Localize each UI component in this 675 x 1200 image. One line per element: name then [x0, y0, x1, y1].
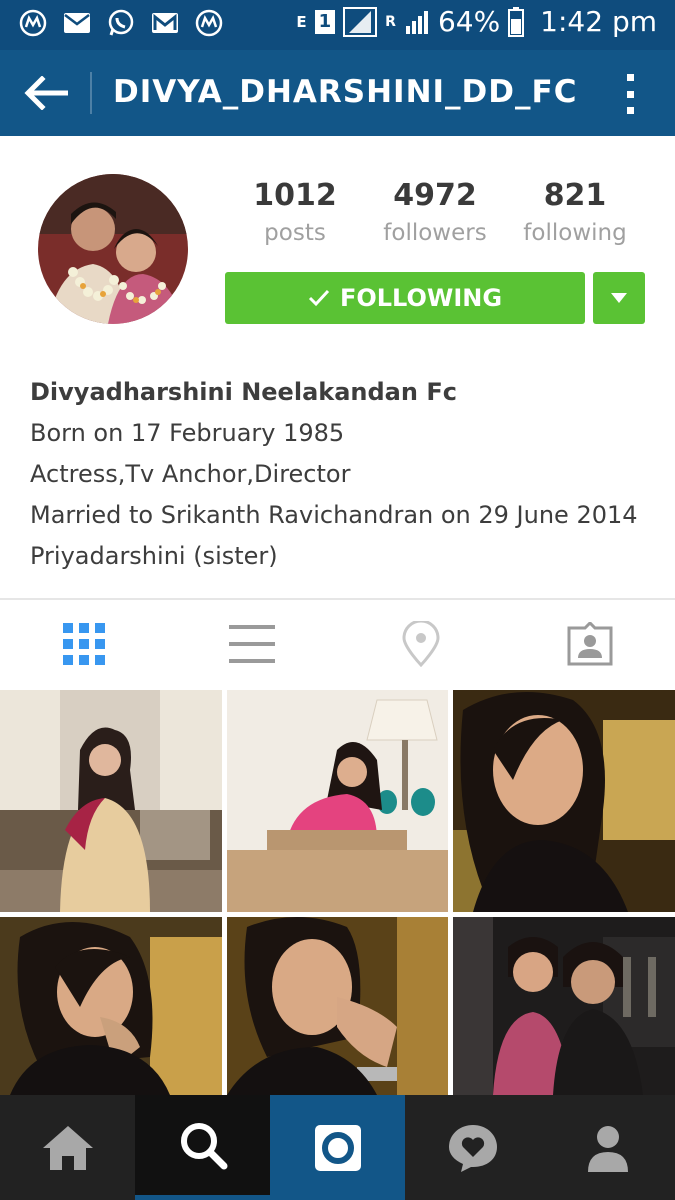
grid-icon: [63, 623, 105, 665]
nav-profile[interactable]: [540, 1095, 675, 1200]
person-icon: [587, 1125, 628, 1172]
bio-line: Married to Srikanth Ravichandran on 29 J…: [30, 501, 638, 529]
bottom-navigation: [0, 1095, 675, 1200]
more-vert-icon: [626, 74, 634, 81]
page-title: DIVYA_DHARSHINI_DD_FC: [113, 74, 578, 110]
photo-thumbnail[interactable]: [0, 917, 222, 1095]
tagged-person-icon: [567, 622, 613, 666]
check-icon: [308, 289, 330, 307]
myntra-icon: [194, 8, 224, 38]
bio-line: Priyadarshini (sister): [30, 542, 278, 570]
signal-icon-2: [404, 8, 430, 36]
photo-grid: [0, 690, 675, 1095]
stat-posts-label: posts: [264, 220, 326, 246]
mail-icon: [62, 8, 92, 38]
stat-posts[interactable]: 1012 posts: [225, 178, 365, 246]
nav-home[interactable]: [0, 1095, 135, 1200]
clock: 1:42 pm: [540, 5, 657, 38]
stat-followers[interactable]: 4972 followers: [365, 178, 505, 246]
follow-dropdown-button[interactable]: [593, 272, 645, 324]
photo-thumbnail[interactable]: [227, 690, 448, 912]
stat-followers-value: 4972: [393, 178, 477, 213]
whatsapp-icon: [106, 8, 136, 38]
heart-bubble-icon: [448, 1124, 497, 1172]
tab-list-view[interactable]: [168, 600, 336, 688]
list-icon: [229, 625, 275, 663]
myntra-icon: [18, 8, 48, 38]
gmail-icon: [150, 8, 180, 38]
battery-percent: 64%: [437, 5, 501, 38]
stat-following-label: following: [523, 220, 627, 246]
battery-icon: [508, 6, 525, 37]
roaming-label: R: [385, 13, 396, 30]
photo-thumbnail[interactable]: [0, 690, 222, 912]
camera-icon: [314, 1124, 361, 1171]
following-button[interactable]: FOLLOWING: [225, 272, 585, 324]
stat-posts-value: 1012: [253, 178, 337, 213]
bio-line: Actress,Tv Anchor,Director: [30, 460, 351, 488]
photo-thumbnail[interactable]: [227, 917, 448, 1095]
profile-full-name: Divyadharshini Neelakandan Fc: [30, 378, 457, 406]
profile-tabs: [0, 600, 675, 688]
system-indicators: E 1 R 64% 1:42 pm: [296, 5, 657, 38]
home-icon: [42, 1125, 93, 1170]
photo-thumbnail[interactable]: [453, 690, 675, 912]
sim-badge: 1: [314, 9, 336, 34]
tab-location-view[interactable]: [337, 600, 505, 688]
signal-icon: [343, 6, 378, 37]
nav-search[interactable]: [135, 1095, 270, 1200]
tab-grid-view[interactable]: [0, 600, 168, 688]
network-type-label: E: [296, 12, 307, 31]
caret-down-icon: [611, 293, 627, 303]
app-bar-divider: [90, 72, 92, 114]
nav-activity[interactable]: [405, 1095, 540, 1200]
nav-camera[interactable]: [270, 1095, 405, 1200]
bio-line: Born on 17 February 1985: [30, 419, 345, 447]
stat-following[interactable]: 821 following: [505, 178, 645, 246]
notification-icons: [18, 8, 224, 38]
avatar[interactable]: [38, 174, 188, 324]
profile-stats: 1012 posts 4972 followers 821 following: [225, 178, 645, 258]
tab-tagged-view[interactable]: [506, 600, 674, 688]
stat-followers-label: followers: [383, 220, 487, 246]
status-bar: E 1 R 64% 1:42 pm: [0, 0, 675, 50]
search-icon: [180, 1123, 227, 1170]
photo-thumbnail[interactable]: [453, 917, 675, 1095]
profile-bio: Divyadharshini Neelakandan Fc Born on 17…: [30, 372, 660, 577]
stat-following-value: 821: [543, 178, 607, 213]
following-button-label: FOLLOWING: [339, 284, 503, 312]
app-bar: DIVYA_DHARSHINI_DD_FC: [0, 50, 675, 136]
back-button[interactable]: [22, 70, 70, 116]
more-options-button[interactable]: [615, 72, 645, 116]
location-pin-icon: [402, 621, 440, 667]
back-arrow-icon: [24, 76, 68, 110]
